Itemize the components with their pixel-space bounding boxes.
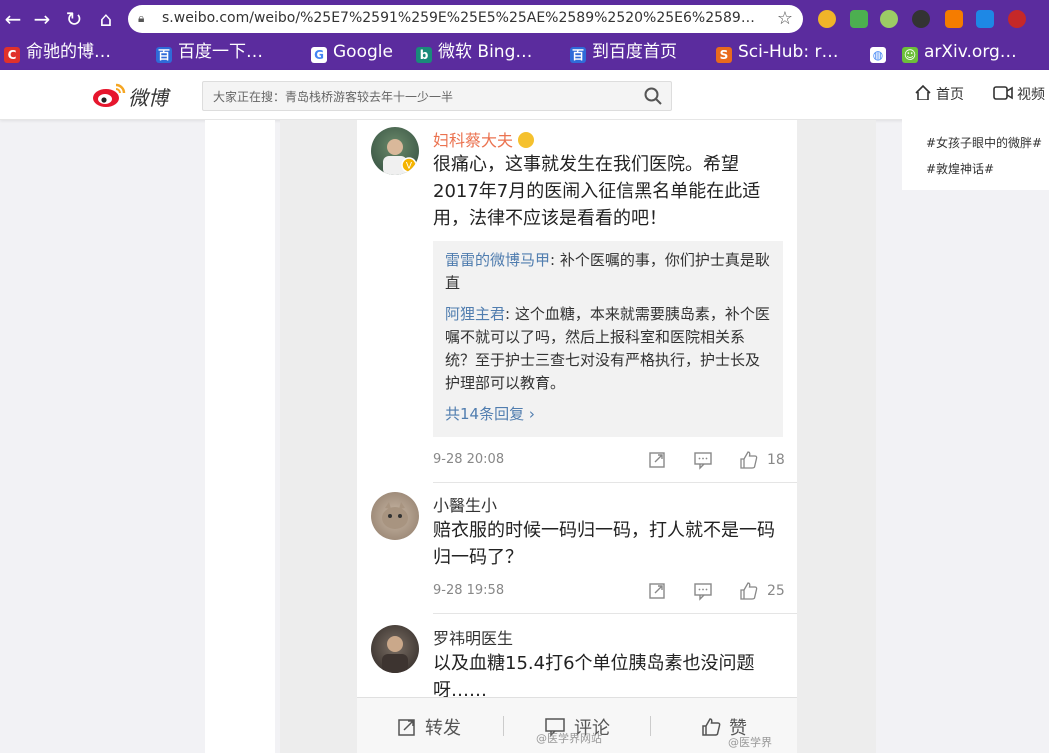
bookmark-label: 微软 Bing… xyxy=(438,42,533,62)
bookmark-item[interactable]: G Google xyxy=(311,40,393,64)
repost-icon xyxy=(398,719,415,736)
like-count: 18 xyxy=(767,452,785,468)
reply-item: 阿狸主君: 这个血糖，本来就需要胰岛素，补个医嘱不就可以了吗，然后上报科室和医院… xyxy=(445,305,770,392)
search-icon[interactable] xyxy=(643,86,663,106)
lock-icon: 🔒︎ xyxy=(138,11,145,25)
topic-link[interactable]: #女孩子眼中的微胖# xyxy=(926,134,1042,151)
comment-text: 以及血糖15.4打6个单位胰岛素也没问题呀…… xyxy=(433,653,755,701)
action-separator xyxy=(503,716,504,736)
bookmark-label: 俞驰的博… xyxy=(26,42,111,62)
globe-icon: ◍ xyxy=(870,47,886,63)
comment-icon[interactable] xyxy=(693,581,713,601)
extension-bulb-icon[interactable] xyxy=(818,10,836,28)
bookmark-label: Google xyxy=(333,42,393,62)
comment-time: 9-28 19:58 xyxy=(433,583,505,598)
divider xyxy=(433,613,797,614)
comment-meta: 9-28 20:08 18 xyxy=(433,450,785,472)
repost-button[interactable]: 转发 xyxy=(397,714,461,740)
search-input[interactable]: 大家正在搜：青岛栈桥游客较去年十一少一半 xyxy=(202,81,672,111)
like-icon[interactable] xyxy=(739,581,759,601)
comment-icon[interactable] xyxy=(693,450,713,470)
repost-icon[interactable] xyxy=(647,450,667,470)
comment-username[interactable]: 妇科蔡大夫 xyxy=(433,127,535,151)
extension-c-icon[interactable] xyxy=(912,10,930,28)
weibo-eye-icon xyxy=(93,83,126,107)
back-icon[interactable]: ← xyxy=(0,6,26,32)
reply-box[interactable]: 雷雷的微博马甲: 补个医嘱的事，你们护士真是耿直 阿狸主君: 这个血糖，本来就需… xyxy=(433,241,783,437)
bookmark-star-icon[interactable]: ☆ xyxy=(777,8,793,29)
reply-username[interactable]: 雷雷的微博马甲 xyxy=(445,251,550,269)
baidu-home-icon: 百 xyxy=(570,47,586,63)
address-bar[interactable]: 🔒︎ s.weibo.com/weibo/%25E7%2591%259E%25E… xyxy=(128,5,803,33)
bookmark-item[interactable]: b 微软 Bing… xyxy=(416,40,532,64)
arxiv-icon: ☺ xyxy=(902,47,918,63)
search-placeholder: 大家正在搜：青岛栈桥游客较去年十一少一半 xyxy=(213,90,454,104)
bookmark-item[interactable]: S Sci-Hub: r… xyxy=(716,40,838,64)
reply-item: 雷雷的微博马甲: 补个医嘱的事，你们护士真是耿直 xyxy=(445,251,770,292)
repost-label: 转发 xyxy=(425,718,461,739)
c-icon: C xyxy=(4,47,20,63)
url-text[interactable]: s.weibo.com/weibo/%25E7%2591%259E%25E5%2… xyxy=(162,10,762,26)
embedded-screenshot: V 妇科蔡大夫 很痛心，这事就发生在我们医院。希望2017年7月的医闹入征信黑名… xyxy=(357,120,797,753)
baidu-icon: 百 xyxy=(156,47,172,63)
svg-text:V: V xyxy=(406,162,413,172)
bookmark-item[interactable]: ☺ arXiv.org… xyxy=(902,40,1017,64)
comment-username[interactable]: 罗祎明医生 xyxy=(433,625,513,649)
extension-grid-icon[interactable] xyxy=(945,10,963,28)
bookmark-label: 到百度首页 xyxy=(592,42,677,62)
avatar[interactable]: V xyxy=(371,127,419,175)
like-count: 25 xyxy=(767,583,785,599)
comment-text: 很痛心，这事就发生在我们医院。希望2017年7月的医闹入征信黑名单能在此适用，法… xyxy=(433,154,761,229)
bookmarks-bar: C 俞驰的博… 百百度一下… G Google b 微软 Bing… 百到百度首页 S Sci-H… xyxy=(0,38,1049,66)
avatar[interactable] xyxy=(371,625,419,673)
comment-username[interactable]: 小醫生小 xyxy=(433,492,497,516)
left-panel xyxy=(205,120,275,753)
divider xyxy=(433,482,797,483)
browser-toolbar: ← → ↻ ⌂ 🔒︎ s.weibo.com/weibo/%25E7%2591%… xyxy=(0,0,1049,38)
topic-link[interactable]: #敦煌神话# xyxy=(926,160,994,177)
bookmark-item[interactable]: C 俞驰的博… xyxy=(4,40,111,64)
more-replies-link[interactable]: 共14条回复 › xyxy=(445,403,771,424)
bookmark-item[interactable]: 百到百度首页 xyxy=(570,40,677,64)
watermark-text: @医学界网站 xyxy=(536,732,602,745)
extension-chart-icon[interactable] xyxy=(850,10,868,28)
home-icon[interactable]: ⌂ xyxy=(93,6,119,32)
emoji-icon xyxy=(518,132,535,148)
browser-chrome: ← → ↻ ⌂ 🔒︎ s.weibo.com/weibo/%25E7%2591%… xyxy=(0,0,1049,70)
repost-icon[interactable] xyxy=(647,581,667,601)
comment-text: 赔衣服的时候一码归一码，打人就不是一码归一码了？ xyxy=(433,520,775,568)
action-separator xyxy=(650,716,651,736)
forward-icon[interactable]: → xyxy=(29,6,55,32)
scihub-icon: S xyxy=(716,47,732,63)
bookmark-label: arXiv.org… xyxy=(924,42,1017,62)
weibo-header: 微博 大家正在搜：青岛栈桥游客较去年十一少一半 首页 视频 xyxy=(0,70,1049,120)
comment-time: 9-28 20:08 xyxy=(433,452,505,467)
bookmark-label: 百度一下… xyxy=(178,42,263,62)
reload-icon[interactable]: ↻ xyxy=(61,6,87,32)
bing-icon: b xyxy=(416,47,432,63)
avatar[interactable] xyxy=(371,492,419,540)
bookmark-item[interactable]: ◍ xyxy=(870,40,892,64)
google-icon: G xyxy=(311,47,327,63)
weibo-logo-text: 微博 xyxy=(128,86,168,110)
bookmark-label: Sci-Hub: r… xyxy=(738,42,839,62)
extension-circle-icon[interactable] xyxy=(880,10,898,28)
extension-red-icon[interactable] xyxy=(1008,10,1026,28)
like-icon xyxy=(702,718,721,736)
hot-topics-card: #女孩子眼中的微胖# #敦煌神话# xyxy=(902,100,1049,190)
reply-username[interactable]: 阿狸主君 xyxy=(445,305,505,323)
watermark-text: @医学界 xyxy=(728,736,772,749)
bookmark-item[interactable]: 百百度一下… xyxy=(156,40,263,64)
like-icon[interactable] xyxy=(739,450,759,470)
extension-arrow-icon[interactable] xyxy=(976,10,994,28)
comment-meta: 9-28 19:58 25 xyxy=(433,581,785,603)
